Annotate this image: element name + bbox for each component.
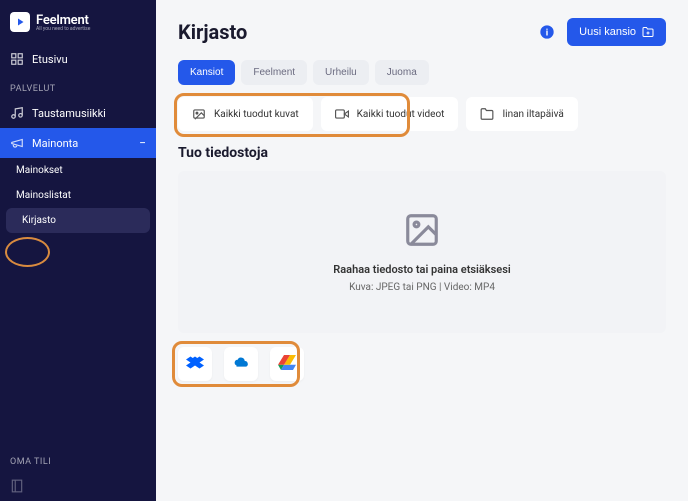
nav-account-item[interactable]: x <box>0 471 156 501</box>
tab-urheilu[interactable]: Urheilu <box>313 60 369 85</box>
nav-music-label: Taustamusiikki <box>32 107 106 120</box>
dropzone-sub: Kuva: JPEG tai PNG | Video: MP4 <box>349 282 495 293</box>
building-icon <box>10 479 24 493</box>
section-account: OMA TILI <box>0 447 156 471</box>
megaphone-icon <box>10 136 24 150</box>
folder-row: Kaikki tuodut kuvat Kaikki tuodut videot… <box>178 97 666 131</box>
tabs-row: Kansiot Feelment Urheilu Juoma <box>178 60 666 85</box>
cloud-sources-row <box>178 347 666 381</box>
main-content: Kirjasto i Uusi kansio Kansiot Feelment … <box>156 0 688 501</box>
minus-icon: − <box>139 136 146 150</box>
new-folder-label: Uusi kansio <box>579 26 636 38</box>
folder-label: Iinan iltapäivä <box>502 109 563 120</box>
nav-music[interactable]: Taustamusiikki <box>0 98 156 128</box>
tab-kansiot[interactable]: Kansiot <box>178 60 235 85</box>
nav-home-label: Etusivu <box>32 53 68 66</box>
file-dropzone[interactable]: Raahaa tiedosto tai paina etsiäksesi Kuv… <box>178 171 666 333</box>
folder-plus-icon <box>642 26 654 38</box>
image-placeholder-icon <box>403 211 441 249</box>
nav-advertising-label: Mainonta <box>32 137 78 150</box>
sidebar: Feelment All you need to advertise Etusi… <box>0 0 156 501</box>
googledrive-icon <box>278 355 296 373</box>
brand-logo[interactable]: Feelment All you need to advertise <box>0 0 156 44</box>
tab-juoma[interactable]: Juoma <box>375 60 429 85</box>
page-title: Kirjasto <box>178 20 247 44</box>
tab-feelment[interactable]: Feelment <box>241 60 307 85</box>
section-services: PALVELUT <box>0 74 156 98</box>
page-header: Kirjasto i Uusi kansio <box>178 18 666 46</box>
googledrive-button[interactable] <box>270 347 304 381</box>
video-icon <box>335 107 349 121</box>
nav-home[interactable]: Etusivu <box>0 44 156 74</box>
svg-text:i: i <box>546 27 548 38</box>
subnav-library-label: Kirjasto <box>22 215 56 226</box>
music-icon <box>10 106 24 120</box>
subnav-library[interactable]: Kirjasto <box>6 208 150 233</box>
folder-label: Kaikki tuodut kuvat <box>214 109 299 120</box>
grid-icon <box>10 52 24 66</box>
nav-advertising[interactable]: Mainonta − <box>0 128 156 158</box>
dropzone-title: Raahaa tiedosto tai paina etsiäksesi <box>333 263 510 276</box>
dropbox-icon <box>186 355 204 373</box>
onedrive-icon <box>232 355 250 373</box>
folder-all-images[interactable]: Kaikki tuodut kuvat <box>178 97 313 131</box>
subnav-adlists[interactable]: Mainoslistat <box>0 183 156 208</box>
subnav-ads-label: Mainokset <box>16 165 63 176</box>
folder-label: Kaikki tuodut videot <box>357 109 445 120</box>
folder-custom[interactable]: Iinan iltapäivä <box>466 97 577 131</box>
play-icon <box>10 12 30 32</box>
dropbox-button[interactable] <box>178 347 212 381</box>
info-icon[interactable]: i <box>539 24 555 40</box>
new-folder-button[interactable]: Uusi kansio <box>567 18 666 46</box>
images-icon <box>192 107 206 121</box>
brand-tagline: All you need to advertise <box>36 26 90 32</box>
folder-icon <box>480 107 494 121</box>
onedrive-button[interactable] <box>224 347 258 381</box>
folder-all-videos[interactable]: Kaikki tuodut videot <box>321 97 459 131</box>
subnav-ads[interactable]: Mainokset <box>0 158 156 183</box>
subnav-adlists-label: Mainoslistat <box>16 190 71 201</box>
upload-heading: Tuo tiedostoja <box>178 145 666 161</box>
